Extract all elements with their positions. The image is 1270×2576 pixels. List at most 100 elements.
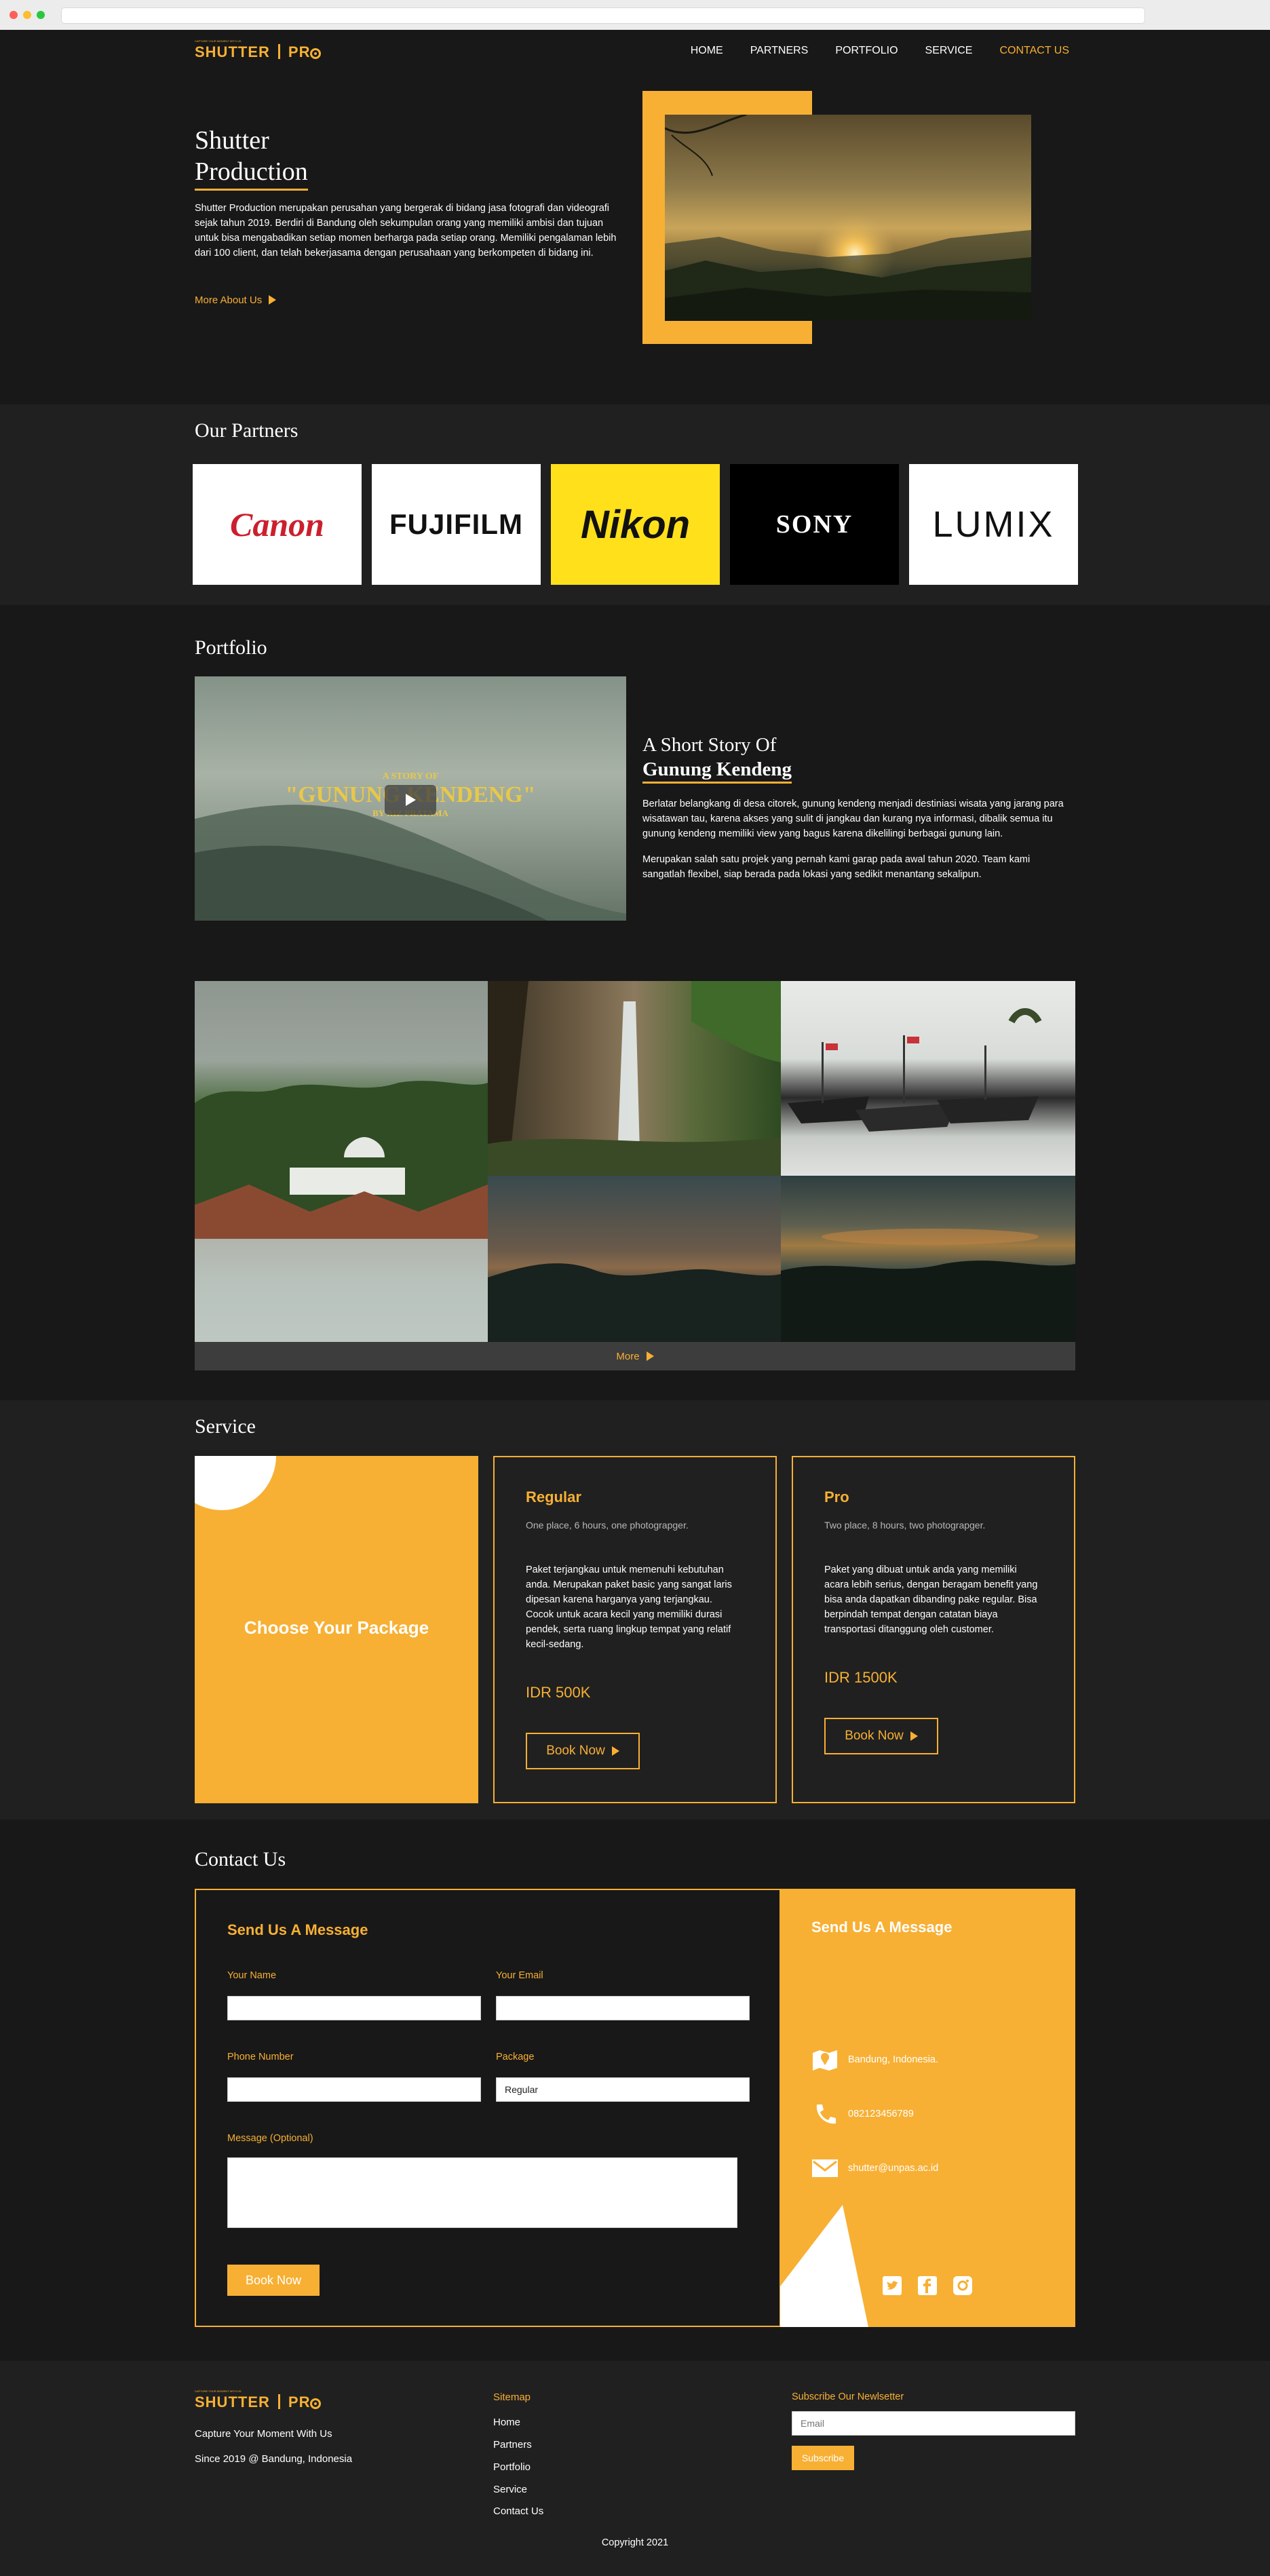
facebook-icon[interactable]: [917, 2275, 938, 2296]
canon-logo-text: Canon: [230, 505, 324, 543]
nav-contact-us[interactable]: CONTACT US: [999, 45, 1069, 57]
nav-partners[interactable]: PARTNERS: [750, 45, 809, 57]
package-name: Pro: [824, 1488, 849, 1505]
sitemap-home[interactable]: Home: [493, 2417, 520, 2428]
nav-home[interactable]: HOME: [691, 45, 723, 57]
book-now-label: Book Now: [845, 1729, 904, 1743]
book-now-submit-button[interactable]: Book Now: [227, 2265, 320, 2296]
close-window-icon[interactable]: [9, 11, 18, 19]
book-now-label: Book Now: [546, 1744, 605, 1758]
footer-logo-text: SHUTTER: [195, 2394, 270, 2410]
sunset-clouds-illustration: [781, 1229, 1075, 1342]
photo-gallery: [195, 981, 1075, 1342]
form-title: Send Us A Message: [227, 1921, 368, 1938]
contact-form: Send Us A Message Your Name Your Email P…: [195, 1889, 781, 2327]
service-title: Service: [195, 1415, 256, 1438]
lens-icon: [310, 2398, 322, 2409]
partners-section: Our Partners Canon FUJIFILM Nikon SONY L…: [0, 404, 1270, 605]
email-input[interactable]: [496, 1996, 750, 2020]
footer-logo[interactable]: CAPTURE YOUR MOMENT WITH US SHUTTER PR: [195, 2389, 322, 2411]
choose-package-label: Choose Your Package: [244, 1617, 429, 1638]
gallery-more-button[interactable]: More: [195, 1342, 1075, 1370]
sitemap-service[interactable]: Service: [493, 2484, 527, 2495]
story-paragraph-2: Merupakan salah satu projek yang pernah …: [642, 854, 1031, 880]
footer-logo-tagline: CAPTURE YOUR MOMENT WITH US: [195, 2389, 242, 2393]
hero-section: CAPTURE YOUR MOMENT WITH US SHUTTER PR HO…: [0, 30, 1270, 404]
book-now-regular-button[interactable]: Book Now: [526, 1733, 640, 1769]
nav-portfolio[interactable]: PORTFOLIO: [835, 45, 898, 57]
boats-illustration: [788, 1008, 1042, 1132]
newsletter-email-input[interactable]: [792, 2411, 1075, 2436]
gallery-boats-photo[interactable]: [781, 981, 1075, 1176]
arrow-right-icon: [910, 1731, 918, 1741]
nikon-logo-text: Nikon: [580, 502, 691, 547]
phone-text: 082123456789: [848, 2109, 914, 2119]
address-text: Bandung, Indonesia.: [848, 2054, 939, 2065]
package-select[interactable]: Regular: [496, 2077, 750, 2102]
play-icon: [405, 794, 416, 806]
gallery-dusk-hills-photo[interactable]: [488, 1176, 781, 1342]
hero-description: Shutter Production merupakan perusahan y…: [195, 203, 617, 258]
video-caption-small: A STORY OF: [382, 771, 439, 782]
sony-logo-text: SONY: [775, 510, 853, 539]
arrow-right-icon: [611, 1746, 619, 1756]
partner-sony[interactable]: SONY: [730, 464, 899, 585]
minimize-window-icon[interactable]: [23, 11, 31, 19]
hero-title-line2: Production: [195, 156, 308, 191]
site-logo[interactable]: CAPTURE YOUR MOMENT WITH US SHUTTER PR: [195, 39, 322, 61]
phone-input[interactable]: [227, 2077, 481, 2102]
play-arrow-icon: [269, 295, 277, 305]
package-price: IDR 500K: [526, 1684, 591, 1701]
hero-sunset-image: [665, 115, 1031, 321]
partner-canon[interactable]: Canon: [193, 464, 362, 585]
hero-title-line1: Shutter: [195, 126, 269, 155]
gallery-waterfall-photo[interactable]: [488, 981, 781, 1176]
service-section: Service Choose Your Package Regular One …: [0, 1400, 1270, 1820]
footer-since: Since 2019 @ Bandung, Indonesia: [195, 2453, 353, 2465]
partner-fujifilm[interactable]: FUJIFILM: [372, 464, 541, 585]
email-text: shutter@unpas.ac.id: [848, 2163, 939, 2174]
partner-lumix[interactable]: LUMIX: [909, 464, 1078, 585]
logo-text: SHUTTER: [195, 43, 270, 60]
footer-tagline: Capture Your Moment With Us: [195, 2428, 332, 2440]
story-title-line1: A Short Story Of: [642, 734, 777, 756]
package-description: Paket terjangkau untuk memenuhi kebutuha…: [526, 1564, 732, 1650]
package-select-value: Regular: [505, 2084, 539, 2095]
more-about-us-label: More About Us: [195, 294, 263, 306]
decorative-circle: [195, 1456, 276, 1510]
footer-logo-pro-text: PR: [288, 2394, 311, 2410]
sitemap-contact-us[interactable]: Contact Us: [493, 2505, 543, 2517]
address-bar[interactable]: [61, 7, 1145, 24]
decorative-triangle: [780, 2205, 868, 2327]
book-now-pro-button[interactable]: Book Now: [824, 1718, 938, 1754]
lumix-logo-text: LUMIX: [932, 504, 1055, 545]
sitemap-partners[interactable]: Partners: [493, 2439, 532, 2450]
package-pro-card: Pro Two place, 8 hours, two photograpger…: [792, 1456, 1075, 1803]
story-paragraph-1: Berlatar belangkang di desa citorek, gun…: [642, 799, 1064, 839]
video-play-button[interactable]: [385, 785, 436, 815]
maximize-window-icon[interactable]: [37, 11, 45, 19]
hero-title: Shutter Production: [195, 125, 308, 191]
waterfall-illustration: [488, 981, 781, 1176]
portfolio-video[interactable]: A STORY OF "GUNUNG KENDENG" BY RIZ PRATA…: [195, 676, 626, 921]
site-footer: CAPTURE YOUR MOMENT WITH US SHUTTER PR Ca…: [0, 2361, 1270, 2576]
dusk-hills-illustration: [488, 1263, 781, 1342]
more-about-us-link[interactable]: More About Us: [195, 294, 277, 306]
sitemap-title: Sitemap: [493, 2391, 531, 2403]
name-input[interactable]: [227, 1996, 481, 2020]
package-name: Regular: [526, 1488, 581, 1505]
instagram-icon[interactable]: [952, 2275, 973, 2296]
sitemap-portfolio[interactable]: Portfolio: [493, 2461, 531, 2473]
portfolio-section: Portfolio A STORY OF "GUNUNG KENDENG" BY…: [0, 605, 1270, 1400]
contact-section: Contact Us Send Us A Message Your Name Y…: [0, 1820, 1270, 2361]
nav-service[interactable]: SERVICE: [925, 45, 973, 57]
subscribe-button[interactable]: Subscribe: [792, 2446, 854, 2470]
gallery-village-photo[interactable]: [195, 981, 488, 1342]
main-nav: HOME PARTNERS PORTFOLIO SERVICE CONTACT …: [691, 45, 1069, 57]
partner-nikon[interactable]: Nikon: [551, 464, 720, 585]
info-title: Send Us A Message: [811, 1919, 952, 1936]
gallery-sunset-photo[interactable]: [781, 1176, 1075, 1342]
twitter-icon[interactable]: [882, 2275, 902, 2296]
contact-title: Contact Us: [195, 1848, 286, 1870]
message-textarea[interactable]: [227, 2157, 737, 2228]
